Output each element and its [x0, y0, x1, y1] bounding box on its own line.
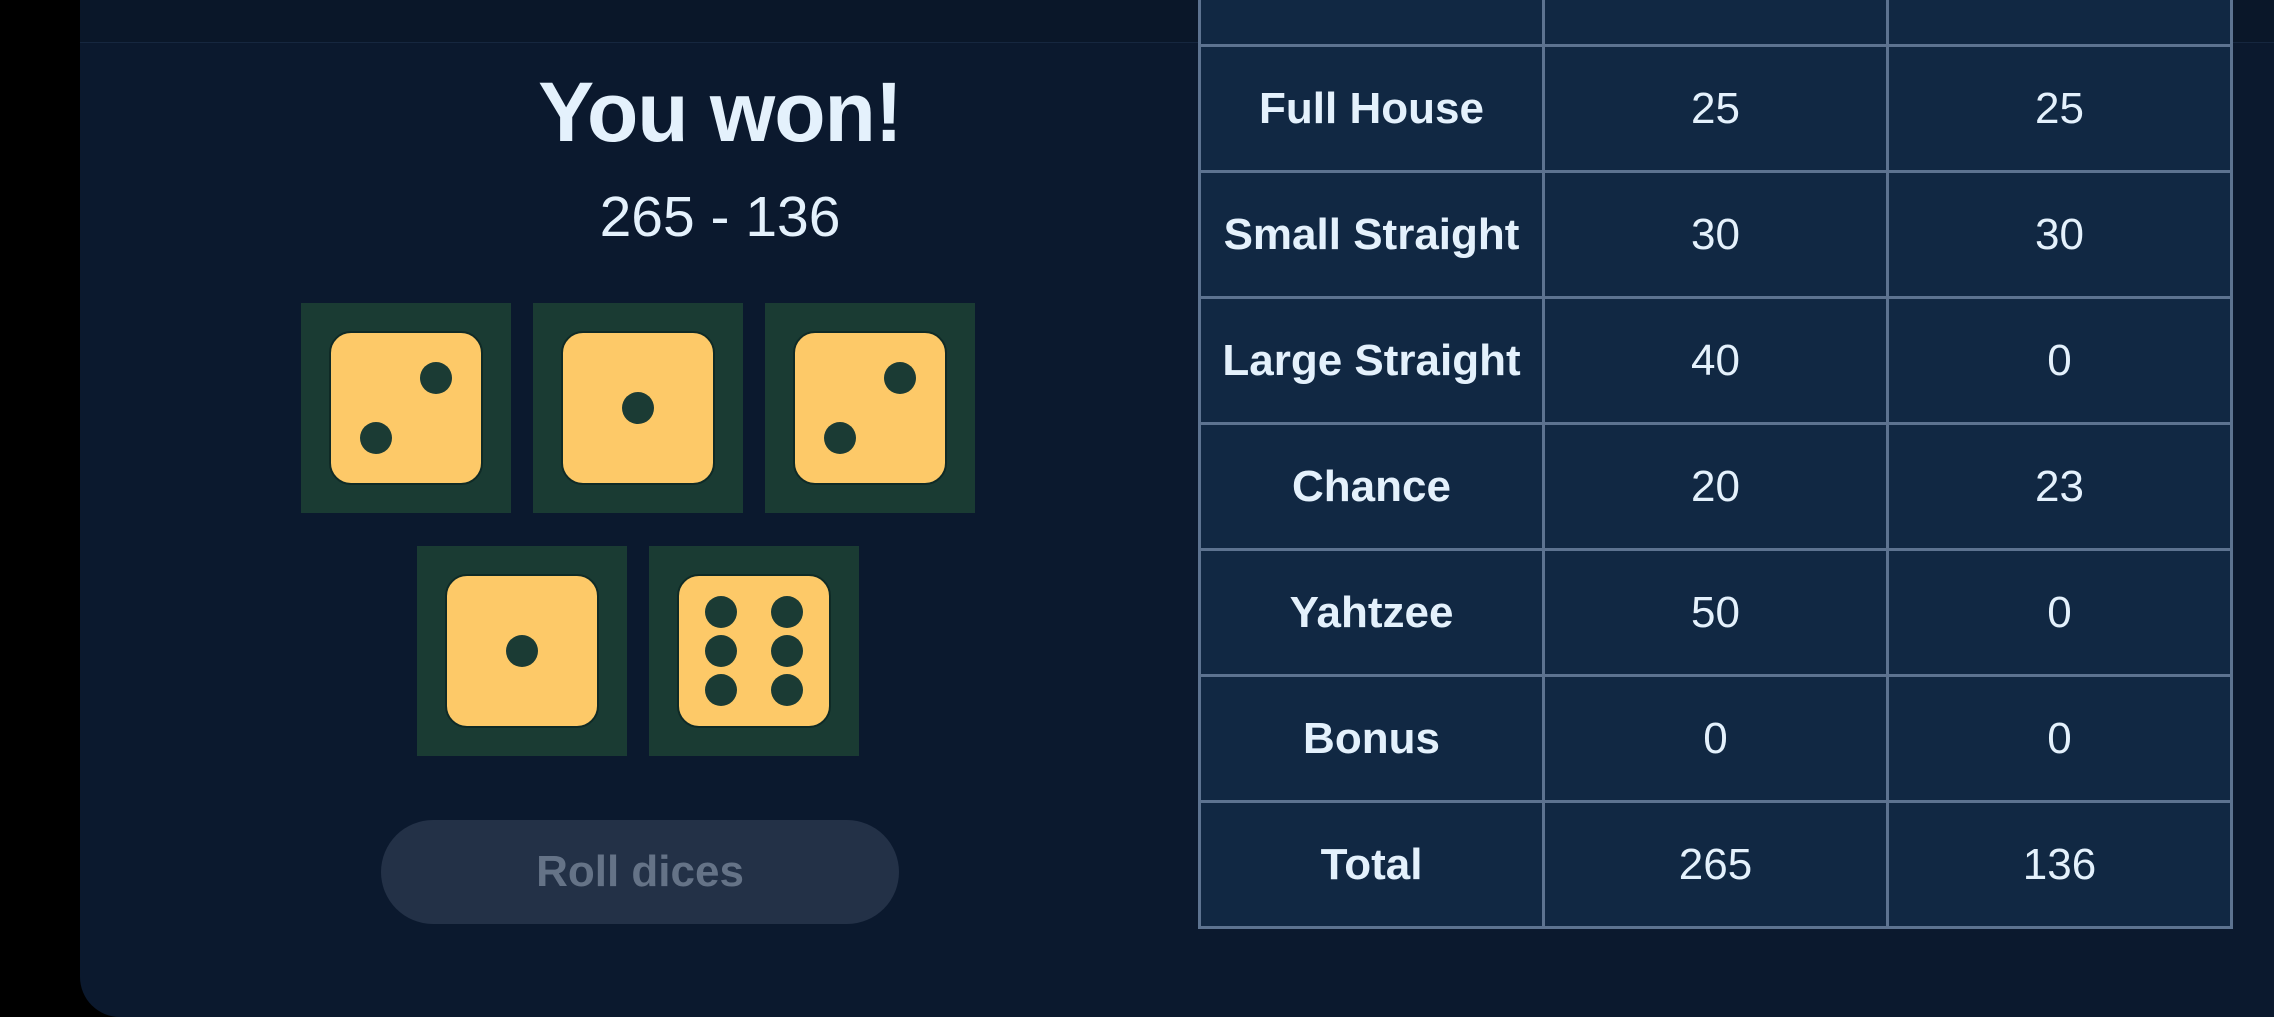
- player-score-cell: 23: [1542, 0, 1889, 47]
- die-pip: [824, 422, 856, 454]
- player-score-cell: 40: [1542, 296, 1889, 425]
- table-row: Large Straight 40 0: [1198, 296, 2233, 425]
- category-cell: Four of a Kind: [1198, 0, 1545, 47]
- die-slot-4[interactable]: [417, 546, 627, 756]
- die-pip: [360, 422, 392, 454]
- die-pip: [771, 635, 803, 667]
- opponent-score-cell: 0: [1886, 674, 2233, 803]
- table-row: Four of a Kind 23 19: [1198, 0, 2233, 47]
- opponent-score-cell: 30: [1886, 170, 2233, 299]
- score-table: Four of a Kind 23 19 Full House 25 25 Sm…: [1198, 0, 2233, 929]
- die-pip: [506, 635, 538, 667]
- die-slot-1[interactable]: [301, 303, 511, 513]
- table-row-total: Total 265 136: [1198, 800, 2233, 929]
- die-pip: [705, 596, 737, 628]
- category-cell: Small Straight: [1198, 170, 1545, 299]
- opponent-score-cell: 25: [1886, 44, 2233, 173]
- player-total-cell: 265: [1542, 800, 1889, 929]
- die-pip: [705, 674, 737, 706]
- die-4[interactable]: [445, 574, 599, 728]
- table-row: Bonus 0 0: [1198, 674, 2233, 803]
- category-cell: Chance: [1198, 422, 1545, 551]
- player-score-cell: 50: [1542, 548, 1889, 677]
- category-cell: Full House: [1198, 44, 1545, 173]
- opponent-score-cell: 0: [1886, 296, 2233, 425]
- die-slot-5[interactable]: [649, 546, 859, 756]
- opponent-total-cell: 136: [1886, 800, 2233, 929]
- die-pip: [622, 392, 654, 424]
- roll-dice-button[interactable]: Roll dices: [381, 820, 899, 924]
- category-cell: Bonus: [1198, 674, 1545, 803]
- die-pip: [771, 674, 803, 706]
- final-score: 265 - 136: [599, 185, 841, 249]
- opponent-score-cell: 19: [1886, 0, 2233, 47]
- table-row: Full House 25 25: [1198, 44, 2233, 173]
- table-row: Yahtzee 50 0: [1198, 548, 2233, 677]
- die-pip: [705, 635, 737, 667]
- opponent-score-cell: 23: [1886, 422, 2233, 551]
- die-pip: [771, 596, 803, 628]
- game-screen: You won! 265 - 136 Roll dices Four of a …: [80, 0, 2274, 1017]
- category-cell: Yahtzee: [1198, 548, 1545, 677]
- die-pip: [884, 362, 916, 394]
- opponent-score-cell: 0: [1886, 548, 2233, 677]
- die-slot-2[interactable]: [533, 303, 743, 513]
- die-pip: [420, 362, 452, 394]
- category-cell: Large Straight: [1198, 296, 1545, 425]
- table-row: Small Straight 30 30: [1198, 170, 2233, 299]
- category-cell: Total: [1198, 800, 1545, 929]
- die-1[interactable]: [329, 331, 483, 485]
- player-score-cell: 0: [1542, 674, 1889, 803]
- player-score-cell: 30: [1542, 170, 1889, 299]
- die-slot-3[interactable]: [765, 303, 975, 513]
- die-5[interactable]: [677, 574, 831, 728]
- result-title: You won!: [538, 65, 903, 159]
- die-2[interactable]: [561, 331, 715, 485]
- die-3[interactable]: [793, 331, 947, 485]
- table-row: Chance 20 23: [1198, 422, 2233, 551]
- player-score-cell: 20: [1542, 422, 1889, 551]
- player-score-cell: 25: [1542, 44, 1889, 173]
